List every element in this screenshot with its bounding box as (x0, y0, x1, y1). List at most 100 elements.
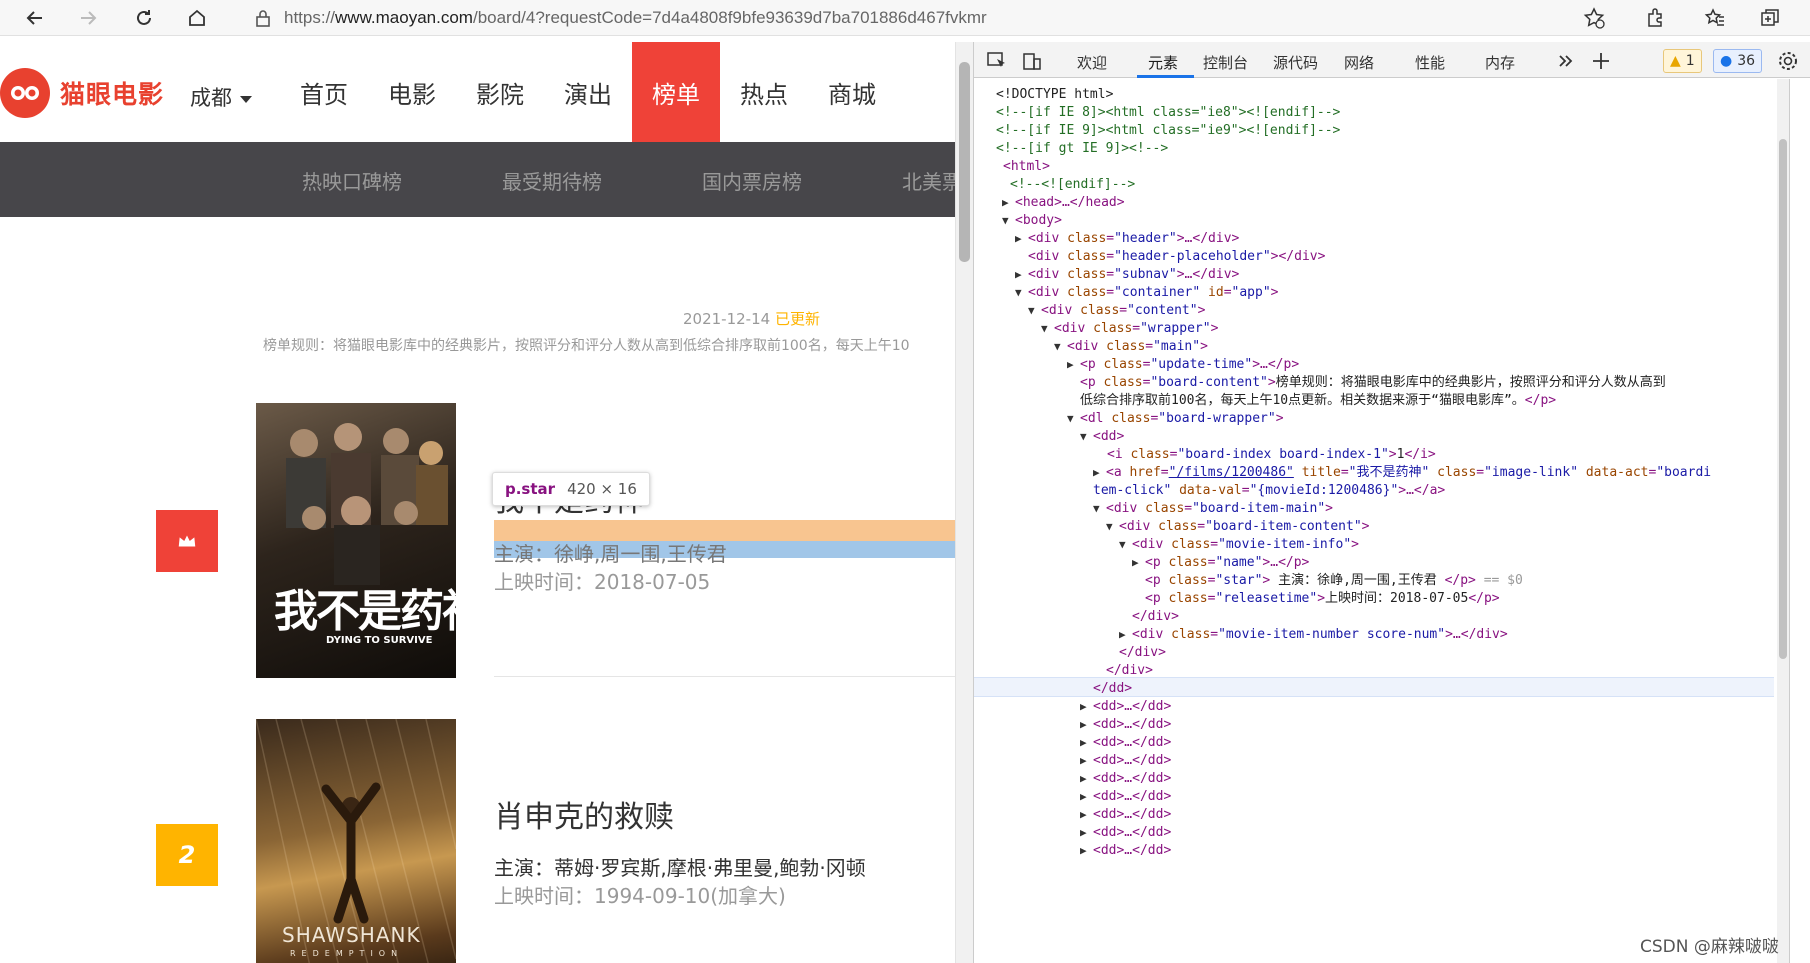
dom-div-header[interactable]: ▶ <div class="header">…</div> (1015, 229, 1239, 249)
messages-badge[interactable]: ● 36 (1713, 49, 1763, 73)
tab-console[interactable]: 控制台 (1203, 52, 1248, 73)
dom-doctype[interactable]: <!DOCTYPE html> (996, 85, 1113, 105)
dom-p-name[interactable]: ▶ <p class="name">…</p> (1132, 553, 1309, 573)
dom-div-content[interactable]: ▼ <div class="content"> (1028, 301, 1205, 321)
dom-p-releasetime[interactable]: <p class="releasetime">上映时间：2018-07-05</… (1145, 589, 1500, 609)
tab-elements[interactable]: 元素 (1148, 52, 1178, 73)
dom-div-main[interactable]: ▼ <div class="main"> (1054, 337, 1208, 357)
dom-body[interactable]: ▼ <body> (1002, 211, 1062, 231)
dom-div-score-num[interactable]: ▶ <div class="movie-item-number score-num… (1119, 625, 1508, 645)
dom-div-subnav[interactable]: ▶ <div class="subnav">…</div> (1015, 265, 1239, 285)
expand-triangle-icon[interactable]: ▶ (1067, 355, 1080, 375)
expand-triangle-icon[interactable]: ▶ (1080, 841, 1093, 861)
dom-dd-collapsed[interactable]: ▶ <dd>…</dd> (1080, 805, 1171, 825)
url-text[interactable]: https://www.maoyan.com/board/4?requestCo… (284, 8, 987, 28)
tab-network[interactable]: 网络 (1344, 52, 1374, 73)
menu-item-mall[interactable]: 商城 (808, 42, 896, 142)
movie-name-2[interactable]: 肖申克的救赎 (494, 792, 674, 836)
tab-welcome[interactable]: 欢迎 (1077, 52, 1107, 73)
address-bar[interactable]: https://www.maoyan.com/board/4?requestCo… (232, 3, 1612, 33)
collapse-triangle-icon[interactable]: ▼ (1028, 301, 1041, 321)
dom-dd-collapsed[interactable]: ▶ <dd>…</dd> (1080, 751, 1171, 771)
devtools-scrollbar[interactable] (1777, 79, 1789, 963)
devtools-scrollbar-thumb[interactable] (1779, 139, 1787, 659)
dom-a-image-link[interactable]: ▶ <a href="/films/1200486" title="我不是药神" … (1093, 463, 1711, 483)
movie-poster-1[interactable]: 我不是药神 DYING TO SURVIVE (256, 403, 456, 678)
refresh-icon[interactable] (129, 3, 159, 33)
dom-dd-collapsed[interactable]: ▶ <dd>…</dd> (1080, 715, 1171, 735)
expand-triangle-icon[interactable]: ▶ (1080, 715, 1093, 735)
menu-item-hot[interactable]: 热点 (720, 42, 808, 142)
expand-triangle-icon[interactable]: ▶ (1119, 625, 1132, 645)
city-selector[interactable]: 成都 (190, 82, 252, 112)
collections-icon[interactable] (1755, 3, 1785, 33)
dom-div-container[interactable]: ▼ <div class="container" id="app"> (1015, 283, 1278, 303)
forward-icon[interactable] (73, 3, 103, 33)
tab-memory[interactable]: 内存 (1485, 52, 1515, 73)
extensions-icon[interactable] (1640, 3, 1670, 33)
dom-div-movie-item-info[interactable]: ▼ <div class="movie-item-info"> (1119, 535, 1359, 555)
expand-triangle-icon[interactable]: ▶ (1080, 697, 1093, 717)
dom-div-board-item-content[interactable]: ▼ <div class="board-item-content"> (1106, 517, 1369, 537)
favorites-icon[interactable] (1700, 3, 1730, 33)
expand-triangle-icon[interactable]: ▶ (1093, 463, 1106, 483)
settings-gear-icon[interactable] (1777, 50, 1799, 72)
collapse-triangle-icon[interactable]: ▼ (1054, 337, 1067, 357)
collapse-triangle-icon[interactable]: ▼ (1041, 319, 1054, 339)
collapse-triangle-icon[interactable]: ▼ (1119, 535, 1132, 555)
dom-div-board-item-main[interactable]: ▼ <div class="board-item-main"> (1093, 499, 1333, 519)
dom-dl-board-wrapper[interactable]: ▼ <dl class="board-wrapper"> (1067, 409, 1284, 429)
more-tabs-icon[interactable] (1555, 50, 1577, 72)
dom-p-board-content[interactable]: <p class="board-content">榜单规则：将猫眼电影库中的经典… (1080, 373, 1666, 393)
dom-dd-collapsed[interactable]: ▶ <dd>…</dd> (1080, 823, 1171, 843)
dom-p-update-time[interactable]: ▶ <p class="update-time">…</p> (1067, 355, 1299, 375)
dom-p-star-selected[interactable]: <p class="star"> 主演：徐峥,周一围,王传君 </p> == $… (1145, 571, 1523, 591)
dom-dd-collapsed[interactable]: ▶ <dd>…</dd> (1080, 733, 1171, 753)
page-scrollbar-thumb[interactable] (959, 62, 970, 262)
dom-html[interactable]: <html> (1003, 157, 1050, 177)
dom-head[interactable]: ▶ <head>…</head> (1002, 193, 1125, 213)
dom-div-header-placeholder[interactable]: <div class="header-placeholder"></div> (1028, 247, 1325, 267)
collapse-triangle-icon[interactable]: ▼ (1067, 409, 1080, 429)
dom-dd-collapsed[interactable]: ▶ <dd>…</dd> (1080, 787, 1171, 807)
menu-item-board[interactable]: 榜单 (632, 42, 720, 142)
subnav-north-america[interactable]: 北美票 (902, 166, 955, 195)
page-scrollbar[interactable] (955, 42, 973, 963)
tab-performance[interactable]: 性能 (1415, 52, 1445, 73)
favorite-add-icon[interactable] (1579, 3, 1609, 33)
expand-triangle-icon[interactable]: ▶ (1015, 229, 1028, 249)
collapse-triangle-icon[interactable]: ▼ (1106, 517, 1119, 537)
dom-i-board-index[interactable]: <i class="board-index board-index-1">1</… (1107, 445, 1436, 465)
warning-badge[interactable]: ▲ 1 (1663, 49, 1702, 73)
dom-dd-collapsed[interactable]: ▶ <dd>…</dd> (1080, 769, 1171, 789)
dom-dd-collapsed[interactable]: ▶ <dd>…</dd> (1080, 841, 1171, 861)
collapse-triangle-icon[interactable]: ▼ (1015, 283, 1028, 303)
device-toolbar-icon[interactable] (1021, 50, 1043, 72)
expand-triangle-icon[interactable]: ▶ (1080, 823, 1093, 843)
expand-triangle-icon[interactable]: ▶ (1132, 553, 1145, 573)
dom-div-wrapper[interactable]: ▼ <div class="wrapper"> (1041, 319, 1218, 339)
add-tab-icon[interactable] (1590, 50, 1612, 72)
movie-poster-2[interactable]: SHAWSHANK REDEMPTION (256, 719, 456, 963)
expand-triangle-icon[interactable]: ▶ (1015, 265, 1028, 285)
lock-icon[interactable] (254, 9, 272, 27)
menu-item-shows[interactable]: 演出 (544, 42, 632, 142)
inspect-element-icon[interactable] (986, 50, 1008, 72)
dom-comment[interactable]: <!--[if gt IE 9]><!--> (996, 139, 1168, 159)
collapse-triangle-icon[interactable]: ▼ (1002, 211, 1015, 231)
expand-triangle-icon[interactable]: ▶ (1080, 787, 1093, 807)
subnav-hot-reputation[interactable]: 热映口碑榜 (302, 166, 402, 195)
dom-dd-collapsed[interactable]: ▶ <dd>…</dd> (1080, 697, 1171, 717)
expand-triangle-icon[interactable]: ▶ (1002, 193, 1015, 213)
tab-sources[interactable]: 源代码 (1273, 52, 1318, 73)
dom-comment[interactable]: <!--[if IE 8]><html class="ie8"><![endif… (996, 103, 1340, 123)
expand-triangle-icon[interactable]: ▶ (1080, 805, 1093, 825)
collapse-triangle-icon[interactable]: ▼ (1080, 427, 1093, 447)
dom-dd[interactable]: ▼ <dd> (1080, 427, 1124, 447)
collapse-triangle-icon[interactable]: ▼ (1093, 499, 1106, 519)
back-icon[interactable] (20, 3, 50, 33)
home-icon[interactable] (182, 3, 212, 33)
subnav-domestic-box[interactable]: 国内票房榜 (702, 166, 802, 195)
expand-triangle-icon[interactable]: ▶ (1080, 769, 1093, 789)
menu-item-home[interactable]: 首页 (280, 42, 368, 142)
